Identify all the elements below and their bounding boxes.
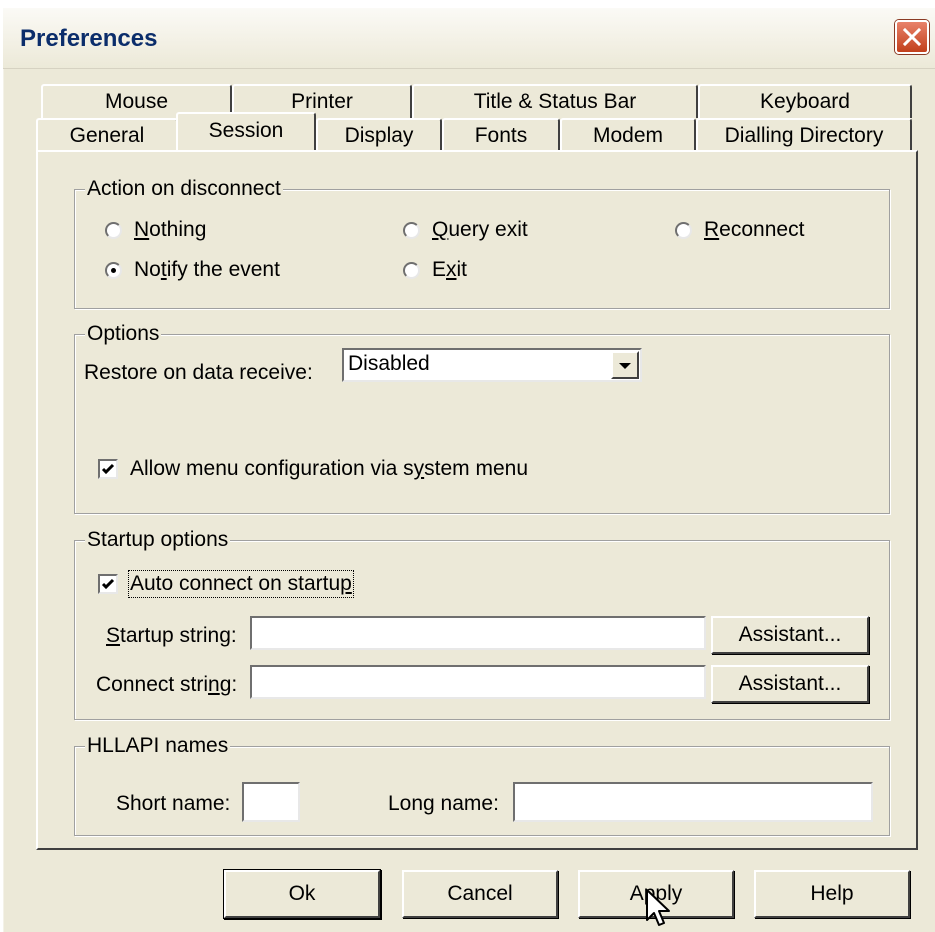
long-name-label: Long name: — [388, 792, 499, 815]
radio-button[interactable] — [105, 261, 122, 279]
short-name-input[interactable] — [242, 782, 300, 822]
checkbox-label: Auto connect on startup — [128, 570, 354, 598]
close-icon — [902, 27, 922, 47]
tab-label: Dialling Directory — [724, 124, 884, 147]
tab-label: Fonts — [474, 124, 528, 147]
tab-session[interactable]: Session — [176, 112, 316, 150]
radio-notify-the-event[interactable]: Notify the event — [105, 258, 280, 282]
radio-button[interactable] — [403, 261, 420, 279]
auto-connect-checkbox[interactable] — [98, 574, 118, 594]
action-on-disconnect-group: Action on disconnect Nothing Notify the … — [74, 177, 890, 309]
tab-label: Modem — [592, 124, 664, 147]
tab-modem[interactable]: Modem — [560, 118, 696, 152]
mouse-pointer-icon — [646, 889, 670, 926]
window-title: Preferences — [20, 25, 158, 52]
session-tab-panel: Action on disconnect Nothing Notify the … — [36, 150, 918, 850]
allow-menu-configuration-checkbox-row[interactable]: Allow menu configuration via system menu — [98, 457, 528, 481]
tab-label: Title & Status Bar — [473, 90, 637, 113]
tab-title-status-bar[interactable]: Title & Status Bar — [412, 84, 698, 118]
startup-string-input[interactable] — [250, 616, 706, 650]
radio-label: Exit — [432, 258, 468, 281]
restore-on-data-receive-select[interactable]: Disabled — [342, 348, 642, 382]
radio-exit[interactable]: Exit — [403, 258, 467, 282]
cancel-button[interactable]: Cancel — [402, 870, 558, 918]
tab-label: Printer — [291, 90, 353, 113]
radio-label: Notify the event — [134, 258, 280, 281]
ok-button[interactable]: Ok — [224, 870, 380, 918]
tab-keyboard[interactable]: Keyboard — [698, 84, 912, 118]
short-name-label: Short name: — [116, 792, 231, 815]
long-name-input[interactable] — [513, 782, 873, 822]
radio-button[interactable] — [675, 221, 692, 239]
restore-on-data-receive-label: Restore on data receive: — [84, 361, 313, 384]
connect-string-label: Connect string: — [96, 673, 238, 696]
group-label: Options — [85, 322, 162, 346]
select-value: Disabled — [348, 352, 430, 375]
tab-label: Session — [208, 119, 284, 142]
allow-menu-configuration-checkbox[interactable] — [98, 459, 118, 479]
radio-label: Reconnect — [704, 218, 805, 241]
radio-nothing[interactable]: Nothing — [105, 218, 206, 242]
radio-label: Nothing — [134, 218, 207, 241]
tab-general[interactable]: General — [36, 118, 178, 152]
group-label: Action on disconnect — [85, 177, 283, 201]
dropdown-button[interactable] — [611, 351, 639, 379]
radio-query-exit[interactable]: Query exit — [403, 218, 528, 242]
chevron-down-icon — [619, 363, 631, 369]
connect-assistant-button[interactable]: Assistant... — [711, 665, 869, 703]
checkbox-label: Allow menu configuration via system menu — [130, 457, 529, 480]
title-bar[interactable]: Preferences — [3, 8, 935, 69]
tab-label: General — [69, 124, 145, 147]
tab-dialling-directory[interactable]: Dialling Directory — [696, 118, 912, 152]
checkmark-icon — [101, 578, 115, 590]
help-button[interactable]: Help — [754, 870, 910, 918]
tab-display[interactable]: Display — [316, 118, 442, 152]
tab-fonts[interactable]: Fonts — [442, 118, 560, 152]
radio-label: Query exit — [432, 218, 528, 241]
tab-label: Mouse — [104, 90, 169, 113]
group-label: Startup options — [85, 528, 231, 552]
radio-button[interactable] — [105, 221, 122, 239]
close-button[interactable] — [895, 20, 929, 54]
radio-reconnect[interactable]: Reconnect — [675, 218, 804, 242]
tab-label: Display — [344, 124, 414, 147]
startup-assistant-button[interactable]: Assistant... — [711, 616, 869, 654]
tab-label: Keyboard — [760, 90, 850, 113]
group-label: HLLAPI names — [85, 734, 231, 758]
radio-button[interactable] — [403, 221, 420, 239]
checkmark-icon — [101, 463, 115, 475]
startup-string-label: Startup string: — [106, 624, 237, 647]
auto-connect-checkbox-row[interactable]: Auto connect on startup — [98, 570, 354, 598]
connect-string-input[interactable] — [250, 665, 706, 699]
